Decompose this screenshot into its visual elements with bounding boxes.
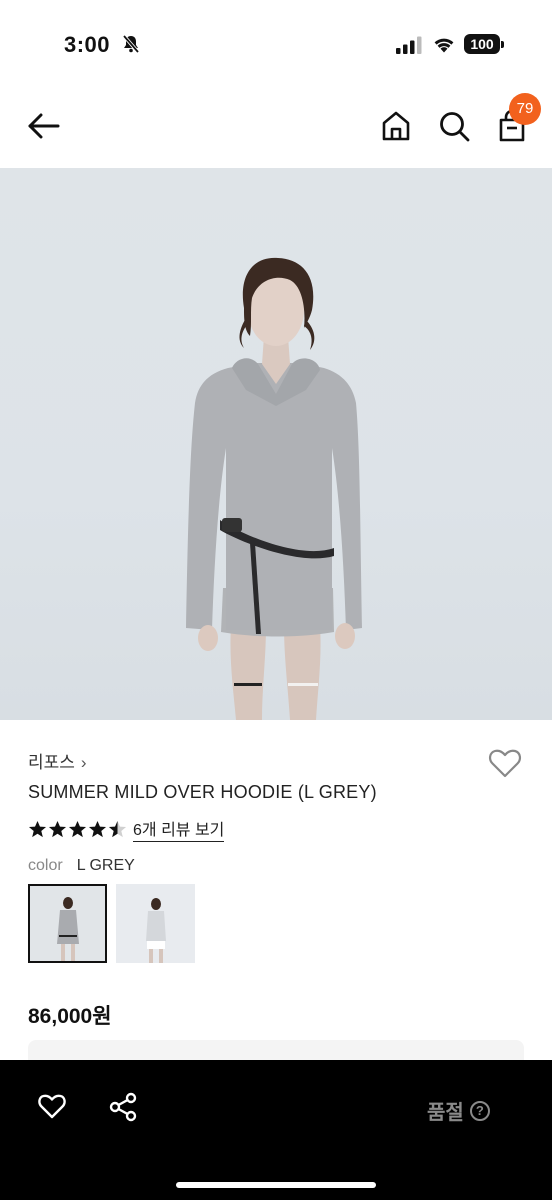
star-full-icon — [68, 820, 87, 837]
home-indicator — [176, 1182, 376, 1188]
brand-name: 리포스 — [28, 753, 75, 772]
sold-out-label: 품절 — [427, 1102, 464, 1124]
product-name: SUMMER MILD OVER HOODIE (L GREY) — [28, 782, 377, 802]
color-label: color — [28, 857, 63, 874]
rating-row: 6개 리뷰 보기 — [28, 816, 225, 842]
bottom-action-bar: 품절 ? — [0, 1060, 552, 1200]
carousel-dot-active[interactable] — [234, 683, 262, 686]
home-icon[interactable] — [378, 108, 414, 144]
battery-icon: 100 — [464, 34, 504, 54]
color-thumbnail-selected[interactable] — [28, 884, 107, 963]
arrow-left-icon[interactable] — [24, 108, 64, 144]
star-full-icon — [28, 820, 47, 837]
status-bar: 3:00 100 — [0, 0, 552, 80]
signal-icon — [396, 36, 422, 54]
heart-icon[interactable] — [36, 1090, 68, 1122]
thumbnail-image — [116, 884, 195, 963]
star-full-icon — [88, 820, 107, 837]
model-photo — [186, 257, 362, 720]
carousel-dots — [234, 683, 324, 687]
nav-bar — [0, 90, 552, 162]
battery-level: 100 — [470, 36, 494, 52]
product-image[interactable] — [0, 168, 552, 720]
star-full-icon — [48, 820, 67, 837]
carousel-dot[interactable] — [288, 683, 318, 686]
search-icon[interactable] — [436, 108, 472, 144]
color-value: L GREY — [76, 857, 135, 874]
status-time: 3:00 — [64, 32, 111, 57]
heart-outline-icon[interactable] — [486, 744, 524, 782]
review-link[interactable]: 6개 리뷰 보기 — [133, 816, 225, 842]
share-icon[interactable] — [106, 1090, 140, 1124]
help-icon[interactable]: ? — [469, 1100, 490, 1121]
brand-link[interactable]: 리포스 › — [28, 748, 87, 773]
bell-muted-icon — [122, 34, 140, 54]
thumbnail-image — [30, 886, 105, 961]
chevron-right-icon: › — [80, 753, 87, 772]
color-thumbnail[interactable] — [116, 884, 195, 963]
wifi-icon — [434, 38, 454, 53]
star-rating — [28, 820, 127, 839]
cart-count-badge: 79 — [509, 93, 541, 125]
price: 86,000원 — [28, 1005, 112, 1028]
color-row: color L GREY — [28, 857, 135, 875]
star-half-icon — [108, 820, 127, 837]
sold-out-status: 품절 ? — [427, 1096, 490, 1125]
